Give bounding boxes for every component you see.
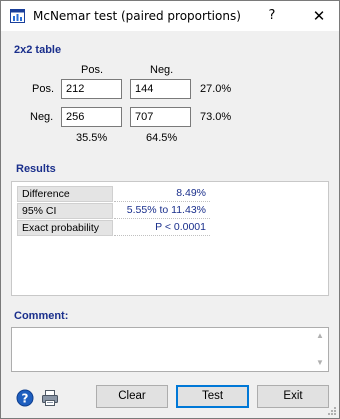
help-button[interactable]: ? bbox=[257, 1, 287, 31]
row-label-pos: Pos. bbox=[32, 83, 55, 95]
results-heading: Results bbox=[16, 163, 56, 175]
cell-neg-pos-input[interactable]: 256 bbox=[61, 107, 122, 127]
resize-grip-icon[interactable] bbox=[327, 406, 337, 416]
results-label: 95% CI bbox=[17, 203, 113, 219]
cell-pos-neg-input[interactable]: 144 bbox=[130, 79, 191, 99]
results-label: Difference bbox=[17, 186, 113, 202]
results-value: 8.49% bbox=[114, 186, 210, 202]
comment-heading: Comment: bbox=[14, 310, 69, 322]
column-neg-percent: 64.5% bbox=[146, 132, 178, 144]
exit-button[interactable]: Exit bbox=[257, 385, 329, 408]
mcnemar-dialog: McNemar test (paired proportions) ? ✕ 2x… bbox=[0, 0, 340, 419]
column-header-neg: Neg. bbox=[150, 64, 174, 76]
scroll-down-arrow-icon[interactable]: ▼ bbox=[315, 358, 325, 368]
results-value: P < 0.0001 bbox=[114, 220, 210, 236]
comment-textarea[interactable] bbox=[11, 327, 329, 372]
column-pos-percent: 35.5% bbox=[76, 132, 108, 144]
clear-button[interactable]: Clear bbox=[96, 385, 168, 408]
table-chart-icon bbox=[10, 9, 25, 23]
results-panel: Difference 8.49% 95% CI 5.55% to 11.43% … bbox=[11, 181, 329, 296]
column-header-pos: Pos. bbox=[81, 64, 104, 76]
results-value: 5.55% to 11.43% bbox=[114, 203, 210, 219]
table-heading: 2x2 table bbox=[14, 44, 62, 56]
close-button[interactable]: ✕ bbox=[299, 1, 339, 31]
window-title: McNemar test (paired proportions) bbox=[33, 9, 241, 23]
svg-text:?: ? bbox=[22, 392, 29, 406]
row-neg-percent: 73.0% bbox=[200, 111, 232, 123]
row-label-neg: Neg. bbox=[30, 111, 54, 123]
cell-neg-neg-input[interactable]: 707 bbox=[130, 107, 191, 127]
help-circle-icon[interactable]: ? bbox=[16, 389, 34, 407]
printer-icon[interactable] bbox=[41, 389, 59, 407]
row-pos-percent: 27.0% bbox=[200, 83, 232, 95]
test-button[interactable]: Test bbox=[176, 385, 249, 408]
results-label: Exact probability bbox=[17, 220, 113, 236]
title-bar[interactable]: McNemar test (paired proportions) ? ✕ bbox=[1, 1, 339, 31]
cell-pos-pos-input[interactable]: 212 bbox=[61, 79, 122, 99]
scroll-up-arrow-icon[interactable]: ▲ bbox=[315, 331, 325, 341]
